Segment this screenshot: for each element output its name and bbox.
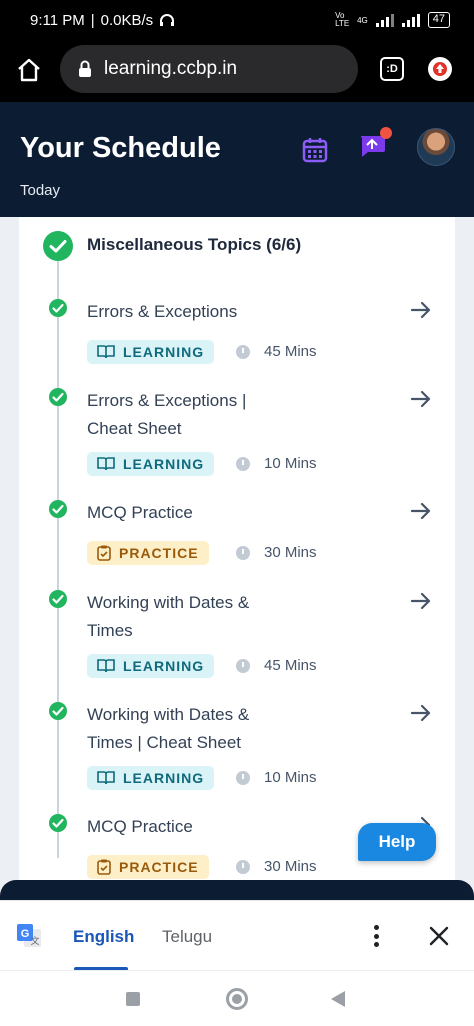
upload-extension-icon[interactable]: [428, 57, 452, 81]
item-duration: 10 Mins: [236, 769, 317, 786]
help-button[interactable]: Help: [358, 823, 436, 861]
home-button[interactable]: [226, 988, 248, 1010]
timeline-line: [57, 258, 59, 858]
svg-text:文: 文: [30, 935, 39, 946]
status-bar: 9:11 PM | 0.0KB/s Vo LTE 4G 47: [0, 0, 474, 40]
clock-icon: [236, 859, 250, 874]
complete-check-icon: [49, 814, 67, 832]
item-title: Working with Dates & Times | Cheat Sheet: [87, 705, 250, 752]
duration-text: 10 Mins: [264, 455, 317, 472]
section-complete-icon: [43, 231, 73, 261]
item-title: MCQ Practice: [87, 503, 193, 522]
complete-check-icon: [49, 500, 67, 518]
arrow-right-icon[interactable]: [410, 300, 432, 320]
item-title: Working with Dates & Times: [87, 593, 250, 640]
page-title: Your Schedule: [20, 132, 221, 164]
language-tab-telugu[interactable]: Telugu: [162, 927, 212, 947]
complete-check-icon: [49, 299, 67, 317]
svg-text:G: G: [21, 928, 30, 940]
browser-bar: learning.ccbp.in :D: [0, 40, 474, 102]
recents-button[interactable]: [126, 992, 140, 1006]
translate-bar: G 文 English Telugu: [0, 900, 474, 971]
clipboard-check-icon: [97, 545, 111, 561]
network-type: 4G: [357, 15, 368, 25]
complete-check-icon: [49, 590, 67, 608]
tag-label: PRACTICE: [119, 859, 199, 875]
item-duration: 45 Mins: [236, 657, 317, 674]
arrow-right-icon[interactable]: [410, 703, 432, 723]
duration-text: 45 Mins: [264, 343, 317, 360]
book-icon: [97, 345, 115, 359]
arrow-right-icon[interactable]: [410, 501, 432, 521]
tag-label: LEARNING: [123, 658, 205, 674]
item-title: Errors & Exceptions: [87, 302, 238, 321]
tag-label: LEARNING: [123, 770, 205, 786]
tag-label: LEARNING: [123, 344, 205, 360]
signal-icon-2: [401, 13, 420, 27]
tag-label: LEARNING: [123, 456, 205, 472]
item-duration: 10 Mins: [236, 455, 317, 472]
tabs-button[interactable]: :D: [380, 57, 404, 81]
item-title: Errors & Exceptions | Cheat Sheet: [87, 391, 247, 438]
practice-tag: PRACTICE: [87, 541, 209, 565]
duration-text: 10 Mins: [264, 769, 317, 786]
learning-tag: LEARNING: [87, 766, 215, 790]
clock-icon: [236, 344, 250, 359]
battery-icon: 47: [427, 12, 450, 28]
close-icon[interactable]: [428, 925, 450, 947]
avatar[interactable]: [417, 128, 455, 166]
language-tab-english[interactable]: English: [73, 927, 134, 947]
back-button[interactable]: [331, 991, 345, 1007]
headphones-icon: [160, 14, 175, 26]
status-speed: 0.0KB/s: [100, 11, 154, 29]
duration-text: 45 Mins: [264, 657, 317, 674]
section-title[interactable]: Miscellaneous Topics (6/6): [87, 235, 301, 255]
learning-tag: LEARNING: [87, 340, 215, 364]
book-icon: [97, 659, 115, 673]
arrow-right-icon[interactable]: [410, 389, 432, 409]
volte-badge: Vo LTE: [335, 11, 350, 28]
complete-check-icon: [49, 388, 67, 406]
status-time: 9:11 PM: [30, 11, 85, 29]
clock-icon: [236, 456, 250, 471]
clipboard-check-icon: [97, 859, 111, 875]
duration-text: 30 Mins: [264, 858, 317, 875]
item-duration: 30 Mins: [236, 544, 317, 561]
clock-icon: [236, 545, 250, 560]
item-duration: 45 Mins: [236, 343, 317, 360]
complete-check-icon: [49, 702, 67, 720]
page-header: Your Schedule Today: [0, 102, 474, 217]
learning-tag: LEARNING: [87, 452, 215, 476]
clock-icon: [236, 770, 250, 785]
address-bar[interactable]: learning.ccbp.in: [60, 45, 358, 93]
practice-tag: PRACTICE: [87, 855, 209, 879]
notification-dot: [380, 127, 392, 139]
lock-icon: [79, 60, 91, 77]
page-subtitle: Today: [20, 182, 61, 199]
home-icon[interactable]: [16, 58, 42, 82]
book-icon: [97, 457, 115, 471]
more-options-icon[interactable]: [373, 925, 379, 947]
item-duration: 30 Mins: [236, 858, 317, 875]
item-title: MCQ Practice: [87, 817, 193, 836]
system-nav-bar: [0, 970, 474, 1026]
duration-text: 30 Mins: [264, 544, 317, 561]
clock-icon: [236, 658, 250, 673]
google-translate-icon: G 文: [17, 924, 41, 947]
learning-tag: LEARNING: [87, 654, 215, 678]
tag-label: PRACTICE: [119, 545, 199, 561]
arrow-right-icon[interactable]: [410, 591, 432, 611]
url-text: learning.ccbp.in: [104, 58, 238, 79]
signal-icon: [375, 13, 394, 27]
calendar-icon[interactable]: [302, 137, 328, 163]
book-icon: [97, 771, 115, 785]
